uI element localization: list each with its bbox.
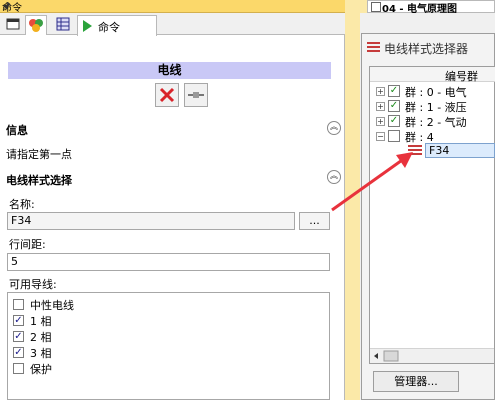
- collapse-info-icon[interactable]: ︽: [327, 121, 341, 135]
- plug-icon: [188, 92, 204, 98]
- document-icon: [371, 2, 381, 12]
- section-style-title: 电线样式选择: [6, 174, 72, 187]
- checkbox[interactable]: [13, 299, 24, 310]
- arrow-icon: [331, 152, 413, 212]
- checkbox[interactable]: ✓: [388, 85, 400, 97]
- name-label: 名称:: [9, 198, 35, 211]
- wire-style-icon: [367, 42, 380, 52]
- available-lines-list: 中性电线 ✓ 1 相 ✓ 2 相 ✓ 3 相 保护: [7, 292, 330, 400]
- checkbox[interactable]: ✓: [13, 347, 24, 358]
- connect-button[interactable]: [184, 83, 208, 107]
- command-panel-titlebar: 命令 🖈: [0, 0, 345, 14]
- tree-header[interactable]: 编号群: [370, 67, 495, 83]
- components-tab-icon[interactable]: [25, 15, 47, 35]
- available-lines-label: 可用导线:: [9, 278, 57, 291]
- grid-tab-icon[interactable]: [55, 16, 71, 32]
- tab-command-label: 命令: [98, 21, 120, 34]
- play-icon: [83, 20, 92, 32]
- tab-command[interactable]: 命令: [77, 15, 157, 36]
- checkbox[interactable]: ✓: [13, 315, 24, 326]
- checkbox[interactable]: [13, 363, 24, 374]
- window-tab-icon[interactable]: [5, 16, 21, 32]
- document-tab[interactable]: 04 - 电气原理图: [367, 0, 495, 15]
- manager-button[interactable]: 管理器...: [373, 371, 459, 392]
- command-header: 电线: [8, 62, 331, 79]
- horizontal-scrollbar[interactable]: [370, 348, 494, 363]
- expand-icon[interactable]: +: [376, 87, 385, 96]
- selector-title: 电线样式选择器: [384, 42, 469, 56]
- tree-node-f34[interactable]: F34: [425, 143, 495, 158]
- expand-icon[interactable]: +: [376, 102, 385, 111]
- checkbox[interactable]: ✓: [388, 115, 400, 127]
- info-text: 请指定第一点: [6, 148, 72, 161]
- cancel-button[interactable]: [155, 83, 179, 107]
- name-field[interactable]: F34: [7, 212, 295, 230]
- spacing-field[interactable]: 5: [7, 253, 330, 271]
- panel-tabbar: 命令: [0, 13, 345, 36]
- section-info-title: 信息: [6, 124, 28, 137]
- close-icon: [159, 87, 175, 103]
- spacing-label: 行间距:: [9, 238, 46, 251]
- checkbox[interactable]: ✓: [13, 331, 24, 342]
- expand-icon[interactable]: +: [376, 117, 385, 126]
- checkbox[interactable]: ✓: [388, 100, 400, 112]
